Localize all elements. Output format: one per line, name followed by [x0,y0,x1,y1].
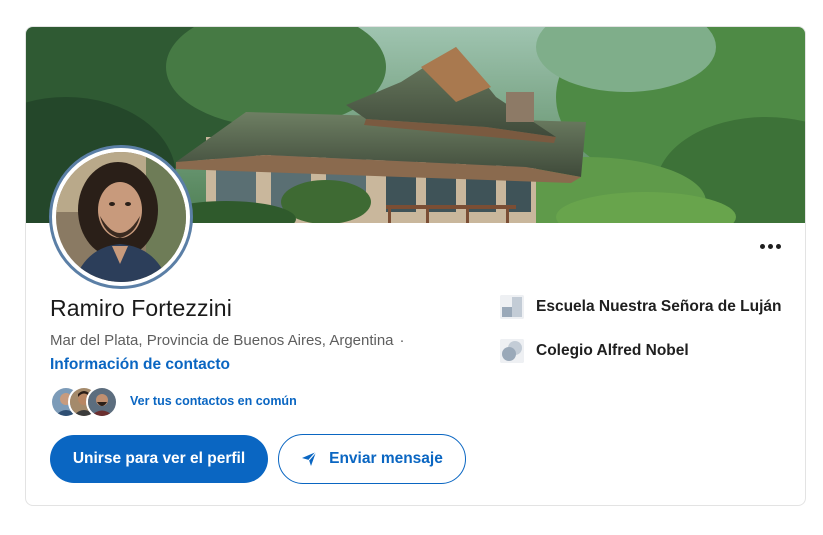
more-horizontal-icon [759,243,765,249]
education-item[interactable]: Escuela Nuestra Señora de Luján [500,295,782,319]
mutual-connections-link[interactable]: Ver tus contactos en común [50,385,297,418]
location-separator: · [399,332,405,349]
send-icon [302,451,317,466]
location-text: Mar del Plata, Provincia de Buenos Aires… [50,332,394,349]
profile-card: Ramiro Fortezzini Mar del Plata, Provinc… [25,26,806,506]
profile-avatar [52,148,190,286]
mutual-connections-avatars [50,385,122,418]
school-logo-icon [500,339,524,363]
mutual-connections-text: Ver tus contactos en común [130,394,297,408]
mutual-connection-avatar [86,386,118,418]
more-options-button[interactable] [754,233,786,259]
profile-location: Mar del Plata, Provincia de Buenos Aires… [50,332,405,349]
send-message-label: Enviar mensaje [329,450,443,467]
school-logo-icon [500,295,524,319]
education-name: Colegio Alfred Nobel [536,342,689,359]
profile-name: Ramiro Fortezzini [50,295,232,321]
send-message-button[interactable]: Enviar mensaje [278,434,466,484]
contact-info-link[interactable]: Información de contacto [50,356,230,374]
join-to-view-profile-button[interactable]: Unirse para ver el perfil [50,435,268,483]
education-name: Escuela Nuestra Señora de Luján [536,298,782,315]
education-item[interactable]: Colegio Alfred Nobel [500,339,689,363]
